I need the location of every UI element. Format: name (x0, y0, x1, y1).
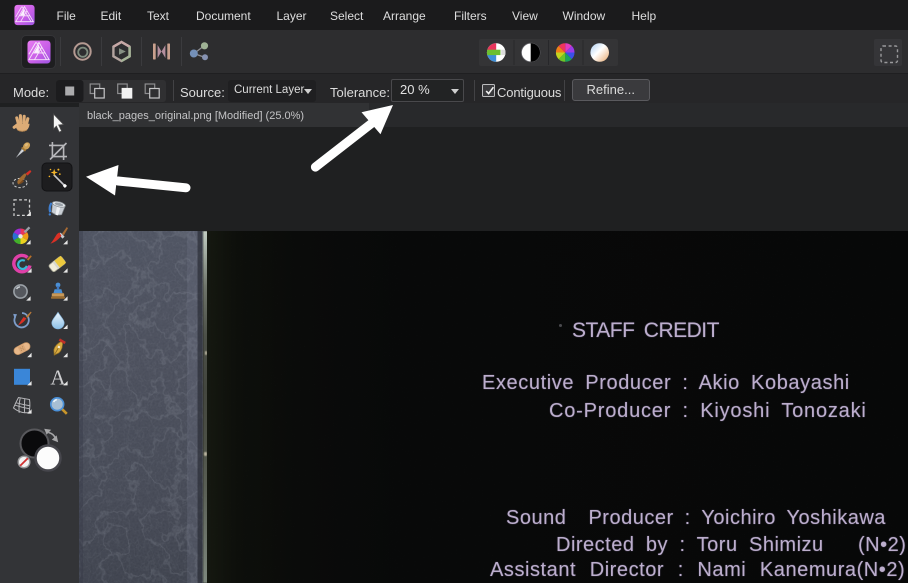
svg-text:A: A (50, 365, 66, 389)
